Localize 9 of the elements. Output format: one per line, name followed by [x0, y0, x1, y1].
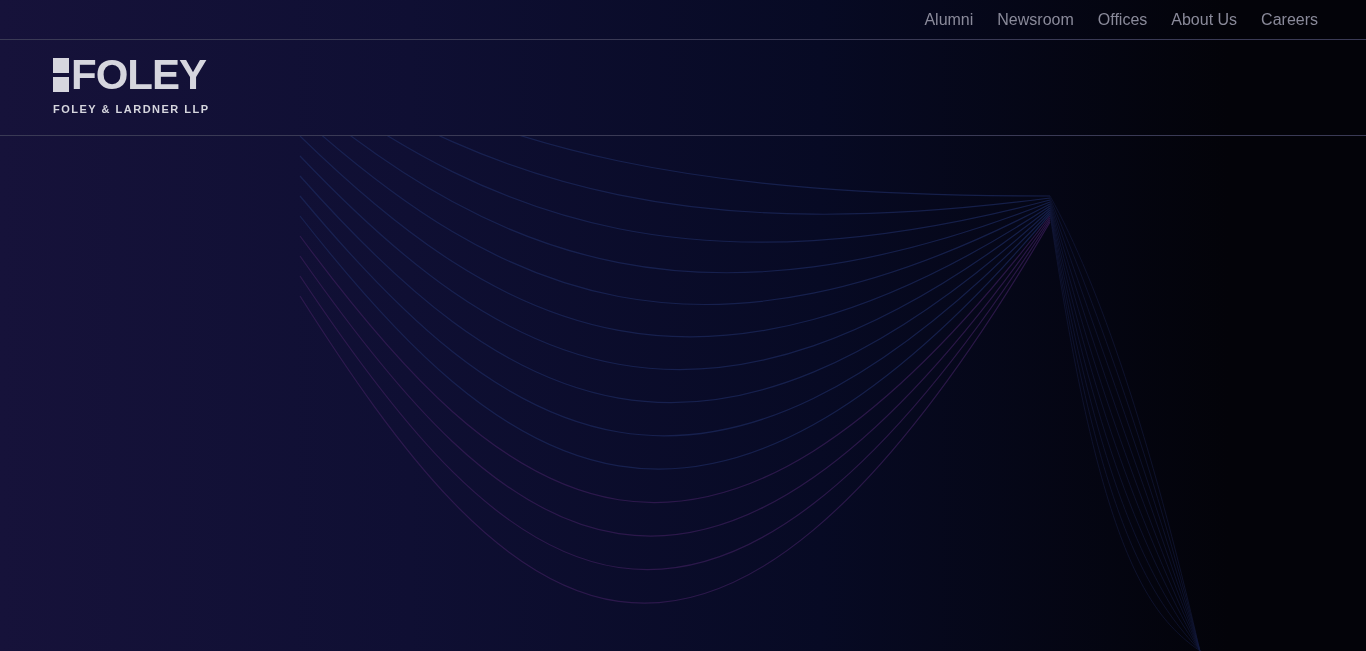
logo[interactable]: FOLEY FOLEY & LARDNER LLP — [53, 57, 210, 118]
nav-link[interactable]: Careers — [1261, 7, 1318, 32]
nav-link[interactable]: Alumni — [924, 7, 974, 32]
nav-link[interactable]: Newsroom — [997, 7, 1074, 32]
logo-wordmark: FOLEY — [71, 57, 206, 94]
logo-mark-icon — [53, 58, 69, 93]
nav-link[interactable]: Offices — [1097, 7, 1148, 32]
logo-subtitle: FOLEY & LARDNER LLP — [53, 102, 210, 118]
nav-link[interactable]: About Us — [1171, 7, 1238, 32]
